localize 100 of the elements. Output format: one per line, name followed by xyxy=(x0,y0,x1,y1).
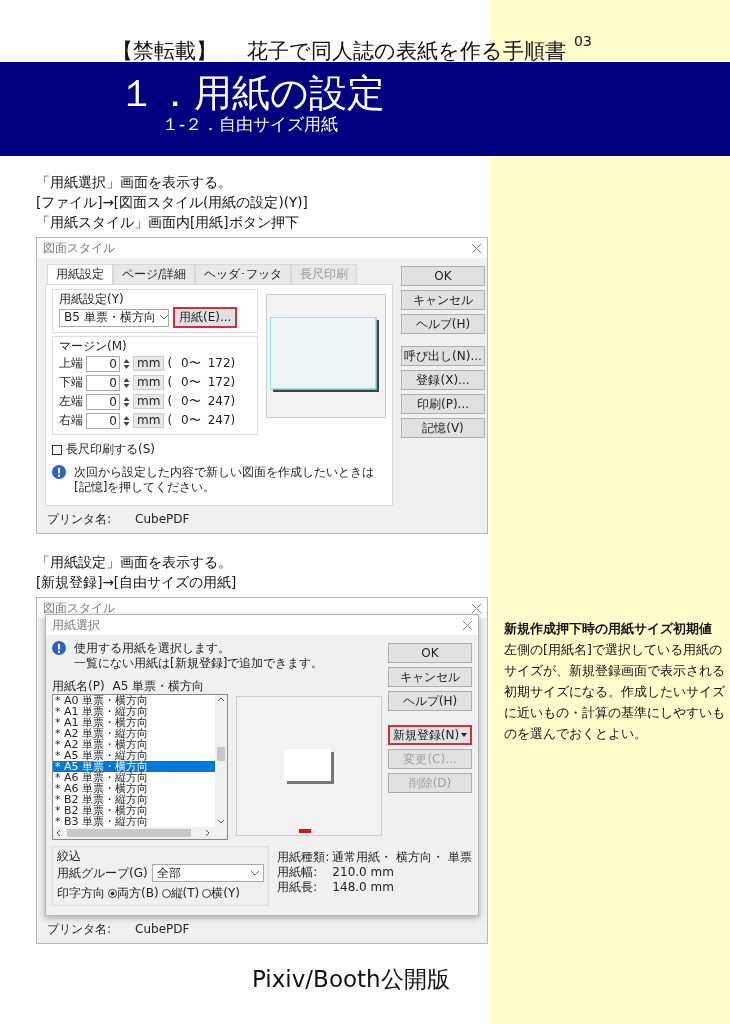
list-item[interactable]: * B2 単票・横方向 xyxy=(53,805,215,816)
info-icon xyxy=(52,641,66,655)
checkbox-label: 長尺印刷する(S) xyxy=(66,442,155,457)
list-item[interactable]: * A6 単票・横方向 xyxy=(53,783,215,794)
close-icon xyxy=(463,620,472,630)
range-max: 247) xyxy=(207,413,236,428)
detail-value: 148.0 mm xyxy=(332,880,395,895)
margin-label: 右端 xyxy=(59,413,83,428)
dialog-button[interactable]: ヘルプ(H) xyxy=(401,314,485,334)
paper-preview-drawing xyxy=(284,748,334,784)
printer-name: CubePDF xyxy=(135,922,190,937)
checkbox[interactable] xyxy=(52,444,62,455)
dialog-button[interactable]: 印刷(P)... xyxy=(401,394,485,414)
unit-label: mm xyxy=(133,356,165,371)
number-field[interactable]: 0 xyxy=(86,374,120,391)
detail-label: 用紙幅: xyxy=(277,865,319,880)
detail-label: 用紙長: xyxy=(277,880,319,895)
range-max: 247) xyxy=(207,394,236,409)
group-dropdown[interactable]: 全部 xyxy=(151,864,265,882)
radio-option[interactable]: 横(Y) xyxy=(202,886,240,901)
list-item[interactable]: * A2 単票・横方向 xyxy=(53,739,215,750)
instruction-text: [ファイル]→[図面スタイル(用紙の設定)(Y)] xyxy=(36,193,309,212)
margin-label: 上端 xyxy=(59,356,83,371)
printer-label: プリンタ名: xyxy=(47,512,112,527)
detail-value: 210.0 mm xyxy=(332,865,395,880)
range-max: 172) xyxy=(207,375,236,390)
info-icon xyxy=(52,465,66,479)
field-label: 用紙グループ(G) xyxy=(57,865,148,881)
note-title: 新規作成押下時の用紙サイズ初期値 xyxy=(504,620,713,638)
spinner-icon xyxy=(123,357,130,370)
radio-option[interactable]: 両方(B) xyxy=(108,886,159,901)
note-text: 左側の[用紙名]で選択している用紙のサイズが、新規登録画面で表示される初期サイズになる。作成したいサイズに近いもの・計算の基準にしやすいものを選んでおくとよい。 xyxy=(504,641,726,743)
unit-label: mm xyxy=(133,394,165,409)
info-message: 使用する用紙を選択します。 xyxy=(74,641,231,656)
dialog-button[interactable]: キャンセル xyxy=(401,290,485,310)
chevron-down-icon xyxy=(251,870,260,876)
window-title: 用紙選択 xyxy=(52,617,100,633)
info-message: 一覧にない用紙は[新規登録]で追加できます。 xyxy=(74,656,324,671)
instruction-text: [新規登録]→[自由サイズの用紙] xyxy=(36,573,238,592)
list-item[interactable]: * A2 単票・縦方向 xyxy=(53,728,215,739)
document-title: 花子で同人誌の表紙を作る手順書 xyxy=(247,41,566,62)
range-min: 0〜 xyxy=(181,394,201,409)
dialog-button[interactable]: キャンセル xyxy=(388,667,472,687)
detail-label: 用紙種類: xyxy=(277,850,330,865)
title-tag: 【禁転載】 xyxy=(112,41,217,62)
paren-text: ( xyxy=(167,356,173,371)
paren-text: ( xyxy=(167,375,173,390)
page-number: 03 xyxy=(574,34,592,48)
paren-text: ( xyxy=(167,413,173,428)
group-label: 用紙設定(Y) xyxy=(59,292,125,307)
window-title: 図面スタイル xyxy=(43,240,115,256)
range-max: 172) xyxy=(207,356,236,371)
dialog-button[interactable]: 呼び出し(N)... xyxy=(401,346,485,366)
dialog-button[interactable]: OK xyxy=(401,266,485,286)
section-subheading: １-２．自由サイズ用紙 xyxy=(161,115,340,133)
spinner-icon xyxy=(123,376,130,389)
dialog-button[interactable]: OK xyxy=(388,643,472,663)
number-field[interactable]: 0 xyxy=(86,393,120,410)
list-item[interactable]: * A6 単票・縦方向 xyxy=(53,772,215,783)
tab[interactable]: ページ/詳細 xyxy=(113,264,196,284)
number-field[interactable]: 0 xyxy=(86,355,120,372)
range-min: 0〜 xyxy=(181,356,201,371)
spinner-icon xyxy=(123,395,130,408)
list-item[interactable]: * B3 単票・縦方向 xyxy=(53,816,215,827)
close-icon xyxy=(472,243,481,253)
printer-name: CubePDF xyxy=(135,512,190,527)
instruction-text: 「用紙選択」画面を表示する。 xyxy=(36,173,233,192)
spinner-icon xyxy=(123,414,130,427)
instruction-text: 「用紙設定」画面を表示する。 xyxy=(36,553,233,572)
close-icon xyxy=(472,603,481,613)
radio-option[interactable]: 縦(T) xyxy=(161,886,200,901)
paper-button[interactable]: 用紙(E)... xyxy=(173,307,238,328)
group-label: マージン(M) xyxy=(59,339,128,354)
number-field[interactable]: 0 xyxy=(86,412,120,429)
current-paper: A5 単票・横方向 xyxy=(112,679,205,694)
dialog-button[interactable]: 登録(X)... xyxy=(401,370,485,390)
printer-label: プリンタ名: xyxy=(47,922,112,937)
dialog-button[interactable]: ヘルプ(H) xyxy=(388,691,472,711)
paper-dropdown[interactable]: B5 単票・横方向 xyxy=(59,308,169,327)
group-label: 絞込 xyxy=(57,849,82,864)
dialog-button[interactable]: 記憶(V) xyxy=(401,418,485,438)
dialog-button[interactable]: 新規登録(N) xyxy=(388,725,472,745)
list-item[interactable]: * A5 単票・縦方向 xyxy=(53,750,215,761)
list-label: 用紙名(P) xyxy=(52,679,105,694)
unit-label: mm xyxy=(133,413,165,428)
tab[interactable]: ヘッダ･フッタ xyxy=(195,264,292,284)
list-item[interactable]: * B2 単票・縦方向 xyxy=(53,794,215,805)
section-heading: １．用紙の設定 xyxy=(118,70,386,116)
range-min: 0〜 xyxy=(181,375,201,390)
range-min: 0〜 xyxy=(181,413,201,428)
list-item[interactable]: * A5 単票・横方向 xyxy=(53,761,215,772)
paren-text: ( xyxy=(167,394,173,409)
tab[interactable]: 用紙設定 xyxy=(47,264,113,284)
list-item[interactable]: * A0 単票・横方向 xyxy=(53,695,215,706)
field-label: 印字方向 xyxy=(57,886,105,901)
list-item[interactable]: * A1 単票・横方向 xyxy=(53,717,215,728)
margin-label: 下端 xyxy=(59,375,83,390)
margin-label: 左端 xyxy=(59,394,83,409)
list-item[interactable]: * A1 単票・縦方向 xyxy=(53,706,215,717)
chevron-down-icon xyxy=(159,315,168,320)
